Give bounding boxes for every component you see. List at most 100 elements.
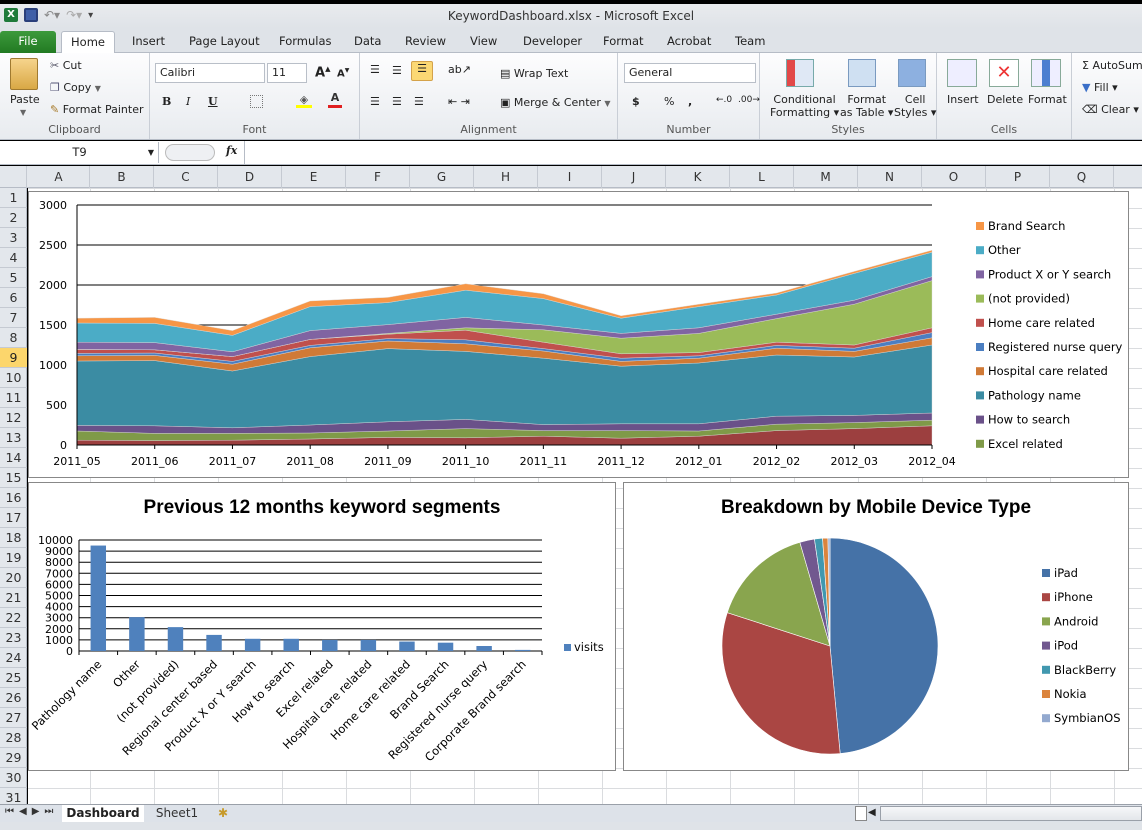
row-header[interactable]: 3 <box>0 228 27 248</box>
bar[interactable] <box>167 627 184 651</box>
font-name-select[interactable]: Calibri <box>155 63 265 83</box>
scroll-left-icon[interactable]: ◀ <box>868 807 876 818</box>
currency-button[interactable]: $ <box>632 95 640 108</box>
row-header[interactable]: 29 <box>0 748 27 768</box>
fill-color-icon[interactable]: ◈ <box>296 93 312 108</box>
bar[interactable] <box>322 639 338 651</box>
column-header[interactable]: B <box>90 166 154 188</box>
indent-icons[interactable]: ⇤ ⇥ <box>448 95 470 108</box>
bar-chart[interactable]: Previous 12 months keyword segments 0 100… <box>28 482 616 771</box>
bar[interactable] <box>129 617 145 651</box>
font-size-select[interactable]: 11 <box>267 63 307 83</box>
name-box[interactable]: T9 ▼ <box>1 142 159 163</box>
align-bottom-icon[interactable]: ☰ <box>411 61 433 81</box>
select-all-button[interactable] <box>0 166 27 188</box>
row-header[interactable]: 30 <box>0 768 27 788</box>
row-header[interactable]: 9 <box>0 348 27 368</box>
autosum-button[interactable]: Σ AutoSum <box>1082 59 1142 72</box>
sheet-tab-dashboard[interactable]: Dashboard <box>62 805 144 822</box>
column-header[interactable]: A <box>28 166 90 188</box>
column-header[interactable]: J <box>602 166 666 188</box>
paste-button[interactable]: Paste <box>10 93 40 106</box>
format-as-table-button[interactable]: Format as Table ▾ <box>840 93 893 119</box>
align-left-icon[interactable]: ☰ <box>370 95 380 108</box>
conditional-formatting-button[interactable]: Conditional Formatting ▾ <box>770 93 839 119</box>
align-center-icon[interactable]: ☰ <box>392 95 402 108</box>
comma-button[interactable]: , <box>688 95 692 108</box>
column-header[interactable]: K <box>666 166 730 188</box>
row-header[interactable]: 24 <box>0 648 27 668</box>
row-header[interactable]: 8 <box>0 328 27 348</box>
tab-review[interactable]: Review <box>403 31 448 53</box>
formula-input[interactable] <box>244 141 1142 164</box>
column-header[interactable]: F <box>346 166 410 188</box>
insert-button[interactable]: Insert <box>947 93 979 106</box>
row-header[interactable]: 15 <box>0 468 27 488</box>
horizontal-scrollbar[interactable] <box>880 806 1142 821</box>
number-format-select[interactable]: General <box>624 63 756 83</box>
format-painter-button[interactable]: ✎ Format Painter <box>50 103 144 116</box>
bar[interactable] <box>90 545 107 651</box>
row-header[interactable]: 7 <box>0 308 27 328</box>
row-header[interactable]: 14 <box>0 448 27 468</box>
bar[interactable] <box>399 641 415 651</box>
row-header[interactable]: 12 <box>0 408 27 428</box>
tab-format[interactable]: Format <box>601 31 646 53</box>
row-header[interactable]: 16 <box>0 488 27 508</box>
percent-button[interactable]: % <box>664 95 674 108</box>
pie-slice-ipad[interactable] <box>829 537 939 754</box>
tab-team[interactable]: Team <box>733 31 767 53</box>
tab-file[interactable]: File <box>0 31 56 53</box>
copy-button[interactable]: ❐ Copy ▼ <box>50 81 101 94</box>
tab-formulas[interactable]: Formulas <box>277 31 334 53</box>
row-header[interactable]: 25 <box>0 668 27 688</box>
bar[interactable] <box>476 646 492 651</box>
sheet-nav-buttons[interactable]: ⏮◀▶⏭ <box>5 806 58 817</box>
row-header[interactable]: 27 <box>0 708 27 728</box>
sheet-tab-sheet1[interactable]: Sheet1 <box>148 805 206 822</box>
decrease-decimal-icon[interactable]: .00→ <box>738 95 760 105</box>
row-header[interactable]: 5 <box>0 268 27 288</box>
cut-button[interactable]: ✂ Cut <box>50 59 82 72</box>
column-header[interactable]: E <box>282 166 346 188</box>
bold-button[interactable]: B <box>162 95 171 108</box>
bar[interactable] <box>437 642 454 651</box>
column-header[interactable]: I <box>538 166 602 188</box>
row-header[interactable]: 28 <box>0 728 27 748</box>
wrap-text-button[interactable]: ▤ Wrap Text <box>500 67 568 80</box>
align-middle-icon[interactable]: ☰ <box>392 64 402 77</box>
tab-insert[interactable]: Insert <box>130 31 167 53</box>
align-right-icon[interactable]: ☰ <box>414 95 424 108</box>
tab-view[interactable]: View <box>468 31 499 53</box>
row-header[interactable]: 17 <box>0 508 27 528</box>
increase-decimal-icon[interactable]: ←.0 <box>716 95 732 105</box>
row-header[interactable]: 11 <box>0 388 27 408</box>
cell-styles-button[interactable]: Cell Styles ▾ <box>894 93 936 119</box>
row-header[interactable]: 20 <box>0 568 27 588</box>
row-header[interactable]: 19 <box>0 548 27 568</box>
italic-button[interactable]: I <box>186 95 190 108</box>
area-chart[interactable]: 0 500 1000 1500 2000 2500 3000 2011_05 2011_06 20… <box>28 191 1129 478</box>
tab-acrobat[interactable]: Acrobat <box>665 31 713 53</box>
new-sheet-icon[interactable]: ✱ <box>212 805 234 822</box>
row-header[interactable]: 1 <box>0 188 27 208</box>
column-header[interactable]: P <box>986 166 1050 188</box>
paste-icon[interactable] <box>10 58 38 90</box>
orientation-icon[interactable]: ab↗ <box>448 63 471 76</box>
row-header[interactable]: 4 <box>0 248 27 268</box>
column-header[interactable]: M <box>794 166 858 188</box>
merge-center-button[interactable]: ▣ Merge & Center ▼ <box>500 96 611 109</box>
column-header[interactable]: Q <box>1050 166 1114 188</box>
delete-button[interactable]: Delete <box>987 93 1023 106</box>
pie-chart[interactable]: Breakdown by Mobile Device Type iPad iPho… <box>623 482 1129 771</box>
format-button[interactable]: Format <box>1028 93 1067 106</box>
grow-font-icon[interactable]: A▲ <box>315 65 330 80</box>
fill-button[interactable]: ▼ Fill ▾ <box>1082 81 1118 94</box>
row-header[interactable]: 22 <box>0 608 27 628</box>
bar[interactable] <box>514 649 531 651</box>
bar[interactable] <box>360 639 377 651</box>
borders-icon[interactable] <box>250 95 263 108</box>
tab-home[interactable]: Home <box>61 31 115 54</box>
underline-button[interactable]: U <box>208 95 218 108</box>
tab-page-layout[interactable]: Page Layout <box>187 31 262 53</box>
